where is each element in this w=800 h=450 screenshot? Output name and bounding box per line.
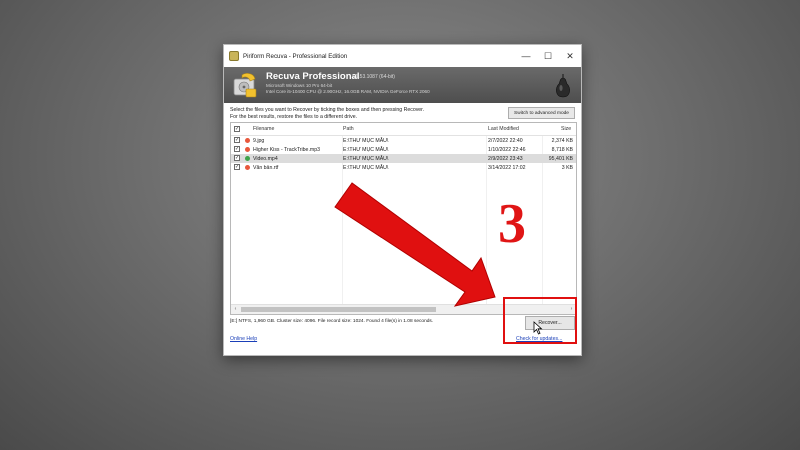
sysinfo-hardware: Intel Core i5-10400 CPU @ 2.90GHz, 16.0G…: [266, 89, 430, 94]
file-status-icon: [245, 156, 250, 161]
table-row[interactable]: ✓ 9.jpg E:\THƯ MỤC MẪU\ 2/7/2022 22:40 2,374…: [231, 136, 576, 145]
modified-cell: 1/10/2022 22:46: [488, 146, 526, 153]
header-filename[interactable]: Filename: [253, 126, 274, 132]
app-icon: [229, 51, 239, 61]
size-cell: 2,374 KB: [551, 137, 573, 144]
size-cell: 8,718 KB: [551, 146, 573, 153]
row-checkbox[interactable]: ✓: [234, 146, 240, 152]
status-bar-text: [E:] NTFS, 1,960 GB. Cluster size: 4096.…: [230, 319, 434, 324]
modified-cell: 2/9/2022 23:43: [488, 155, 523, 162]
table-header: ✓ Filename Path Last Modified Size: [231, 123, 576, 136]
step-number-annotation: 3: [498, 193, 526, 255]
filename-cell: 9.jpg: [253, 137, 265, 144]
recuva-logo-icon: [233, 73, 257, 98]
instruction-line-1: Select the files you want to Recover by …: [230, 107, 425, 113]
window-controls: — ☐ ✕: [515, 45, 581, 67]
file-status-icon: [245, 138, 250, 143]
table-row[interactable]: ✓ Higher Kiss - TrackTribe.mp3 E:\THƯ MỤC …: [231, 145, 576, 154]
file-status-icon: [245, 147, 250, 152]
path-cell: E:\THƯ MỤC MẪU\: [343, 146, 389, 153]
instructions: Select the files you want to Recover by …: [230, 107, 424, 120]
piriform-pear-icon: [556, 74, 570, 98]
header-path[interactable]: Path: [343, 126, 354, 132]
online-help-link[interactable]: Online Help: [230, 336, 257, 342]
title-bar: Piriform Recuva - Professional Edition —…: [224, 45, 581, 67]
path-cell: E:\THƯ MỤC MẪU\: [343, 155, 389, 162]
advanced-mode-button[interactable]: Switch to advanced mode: [508, 107, 575, 119]
filename-cell: Video.mp4: [253, 155, 278, 162]
scroll-left-icon[interactable]: ‹: [231, 305, 240, 314]
close-button[interactable]: ✕: [559, 45, 581, 67]
filename-cell: Higher Kiss - TrackTribe.mp3: [253, 146, 320, 153]
system-info: Microsoft Windows 10 Pro 64-bit Intel Co…: [266, 83, 430, 95]
table-body: ✓ 9.jpg E:\THƯ MỤC MẪU\ 2/7/2022 22:40 2,374…: [231, 136, 576, 172]
maximize-button[interactable]: ☐: [537, 45, 559, 67]
row-checkbox[interactable]: ✓: [234, 164, 240, 170]
table-row[interactable]: ✓ Văn bản.rtf E:\THƯ MỤC MẪU\ 3/14/2022 17:…: [231, 163, 576, 172]
instruction-line-2: For the best results, restore the files …: [230, 113, 358, 120]
path-cell: E:\THƯ MỤC MẪU\: [343, 137, 389, 144]
product-name: Recuva Professional: [266, 71, 360, 82]
minimize-button[interactable]: —: [515, 45, 537, 67]
path-cell: E:\THƯ MỤC MẪU\: [343, 164, 389, 171]
size-cell: 95,401 KB: [548, 155, 573, 162]
modified-cell: 2/7/2022 22:40: [488, 137, 523, 144]
modified-cell: 3/14/2022 17:02: [488, 164, 526, 171]
version-label: v1.53.1087 (64-bit): [353, 74, 395, 80]
row-checkbox[interactable]: ✓: [234, 155, 240, 161]
window-title: Piriform Recuva - Professional Edition: [243, 52, 348, 60]
table-row[interactable]: ✓ Video.mp4 E:\THƯ MỤC MẪU\ 2/9/2022 23:43 9…: [231, 154, 576, 163]
scroll-thumb[interactable]: [241, 307, 436, 312]
mouse-cursor-icon: [533, 321, 543, 335]
product-header: Recuva Professional v1.53.1087 (64-bit) …: [224, 67, 581, 103]
filename-cell: Văn bản.rtf: [253, 164, 279, 171]
row-checkbox[interactable]: ✓: [234, 137, 240, 143]
header-size[interactable]: Size: [561, 126, 571, 132]
select-all-checkbox[interactable]: ✓: [234, 126, 240, 132]
size-cell: 3 KB: [561, 164, 573, 171]
file-status-icon: [245, 165, 250, 170]
header-last-modified[interactable]: Last Modified: [488, 126, 519, 132]
